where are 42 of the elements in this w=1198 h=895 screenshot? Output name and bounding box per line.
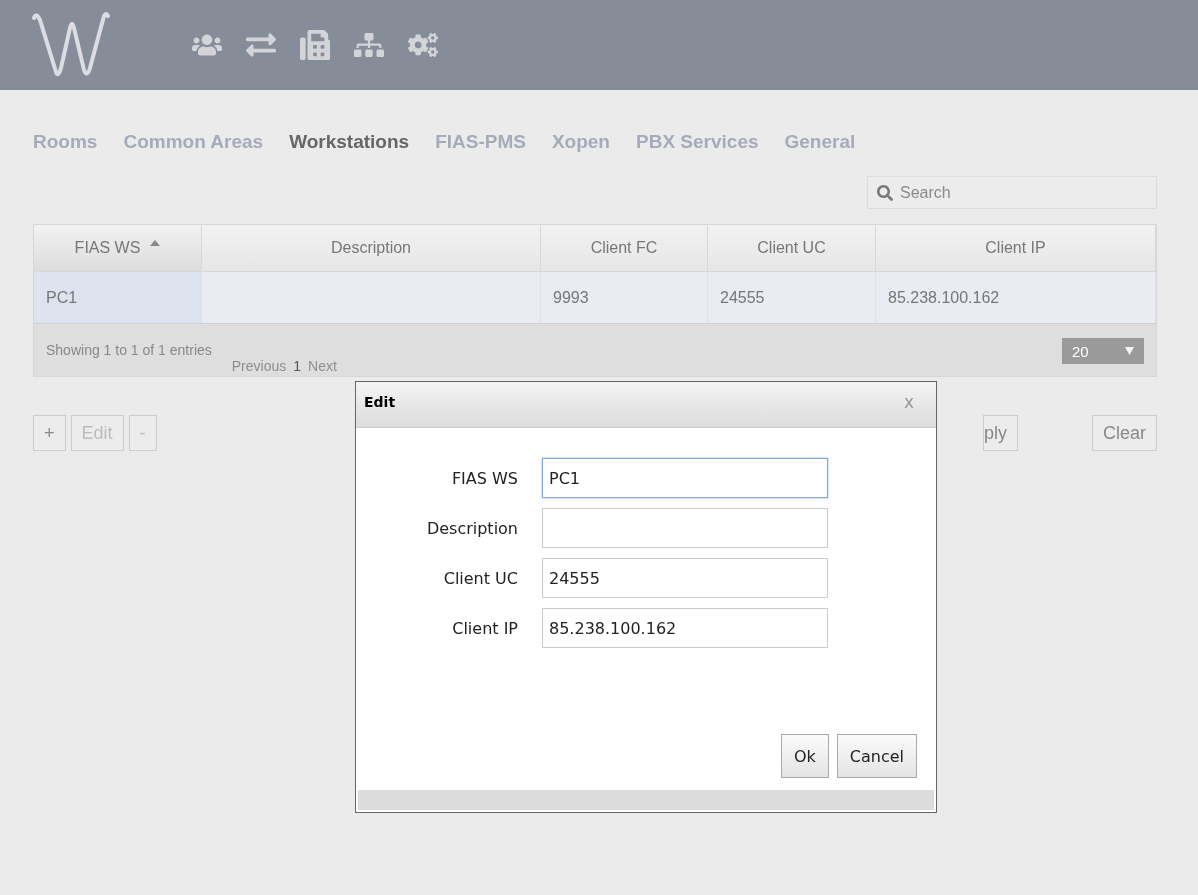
field-label: FIAS WS bbox=[450, 468, 518, 488]
column-header[interactable]: Client FC bbox=[541, 225, 708, 271]
settings-icon[interactable] bbox=[408, 30, 438, 60]
sitemap-icon[interactable] bbox=[354, 30, 384, 60]
field-label: Client IP bbox=[451, 618, 518, 638]
tab[interactable]: Xopen bbox=[551, 131, 610, 153]
table-cell: PC1 bbox=[34, 271, 202, 323]
column-header[interactable]: Client IP bbox=[876, 225, 1156, 271]
toolbar-button[interactable]: Clear bbox=[1092, 415, 1157, 451]
field-label: Description bbox=[425, 518, 518, 538]
input-field[interactable]: PC1 bbox=[542, 458, 828, 498]
tab[interactable]: Workstations bbox=[289, 131, 410, 153]
close-button[interactable]: x bbox=[903, 391, 914, 412]
tab[interactable]: Common Areas bbox=[123, 131, 264, 153]
toolbar-button[interactable]: ply bbox=[982, 415, 1018, 451]
entries-info: Showing 1 to 1 of 1 entries bbox=[46, 342, 212, 358]
input-field[interactable]: 85.238.100.162 bbox=[542, 608, 828, 648]
tab[interactable]: FIAS-PMS bbox=[435, 131, 526, 153]
search-field[interactable]: Search bbox=[867, 176, 1157, 209]
column-header[interactable]: FIAS WS bbox=[34, 225, 202, 271]
column-header[interactable]: Description bbox=[202, 225, 541, 271]
caret-icon bbox=[1125, 347, 1134, 355]
dialog-button[interactable]: Ok bbox=[780, 734, 829, 778]
page-link[interactable]: 1 bbox=[293, 358, 302, 374]
table-cell: 9993 bbox=[541, 271, 708, 323]
search-icon bbox=[877, 185, 893, 201]
sort-arrow-icon bbox=[150, 240, 161, 246]
table-cell: 24555 bbox=[708, 271, 876, 323]
tab[interactable]: Rooms bbox=[33, 131, 98, 153]
page-size-select[interactable]: 20 bbox=[1062, 338, 1144, 364]
toolbar-button[interactable]: + bbox=[33, 415, 66, 451]
tab[interactable]: PBX Services bbox=[636, 131, 759, 153]
input-field[interactable] bbox=[542, 508, 828, 548]
input-field[interactable]: 24555 bbox=[542, 558, 828, 598]
tab[interactable]: General bbox=[784, 131, 856, 153]
field-label: Client UC bbox=[442, 568, 518, 588]
exchange-arrows-icon[interactable] bbox=[246, 30, 276, 60]
fax-icon[interactable] bbox=[300, 30, 330, 60]
table-cell: 85.238.100.162 bbox=[876, 271, 1156, 323]
column-header[interactable]: Client UC bbox=[708, 225, 876, 271]
dialog-title: Edit bbox=[364, 393, 396, 410]
dialog-button[interactable]: Cancel bbox=[836, 734, 917, 778]
